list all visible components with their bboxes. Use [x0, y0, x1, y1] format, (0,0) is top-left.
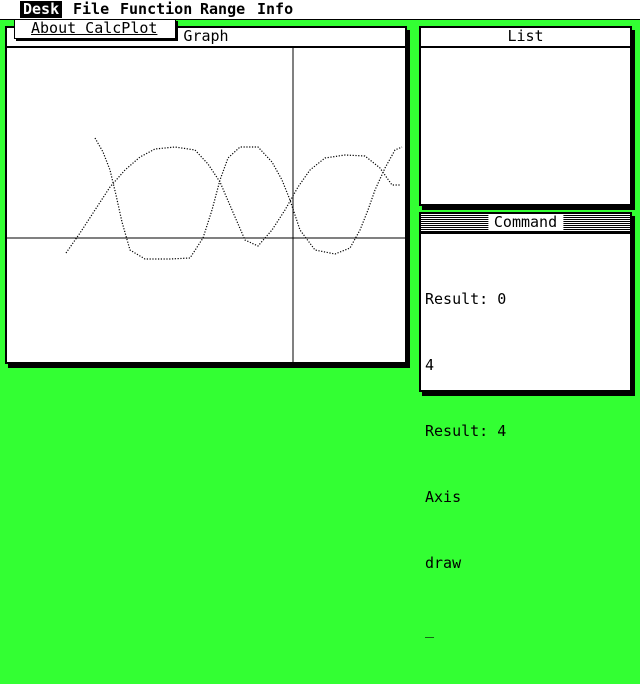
plot-curve-2: [94, 137, 403, 260]
console-line: draw: [425, 554, 462, 572]
menu-bar: Desk File Function Range Info: [0, 0, 640, 20]
menu-info[interactable]: Info: [254, 1, 296, 18]
console-line: Result: 4: [425, 422, 507, 440]
menu-item-about[interactable]: About CalcPlot: [31, 20, 157, 37]
graph-title: Graph: [177, 28, 235, 45]
menu-function[interactable]: Function: [117, 1, 195, 18]
command-title: Command: [487, 214, 564, 231]
list-window[interactable]: List: [419, 26, 632, 206]
text-cursor: _: [425, 620, 435, 638]
list-titlebar[interactable]: List: [421, 28, 630, 48]
command-titlebar[interactable]: Command: [421, 214, 630, 234]
list-title: List: [501, 28, 550, 45]
menu-desk[interactable]: Desk: [20, 1, 63, 18]
console-line: Result: 0: [425, 290, 507, 308]
graph-canvas[interactable]: [7, 48, 405, 362]
console-line: Axis: [425, 488, 462, 506]
command-window[interactable]: Command Result: 0 4 Result: 4 Axis draw …: [419, 212, 632, 638]
graph-window[interactable]: Graph: [5, 26, 407, 364]
menu-file[interactable]: File: [70, 1, 112, 18]
desk-dropdown-menu: About CalcPlot: [14, 19, 176, 39]
command-console[interactable]: Result: 0 4 Result: 4 Axis draw _: [425, 244, 506, 684]
menu-range[interactable]: Range: [197, 1, 248, 18]
console-line: 4: [425, 356, 435, 374]
plot-curve-1: [65, 146, 400, 254]
